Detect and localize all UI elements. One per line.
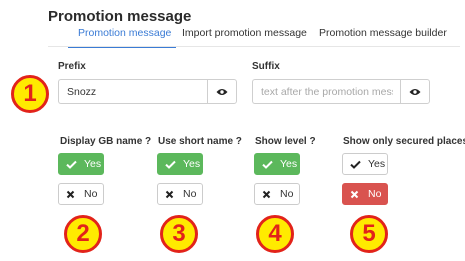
tab-promotion-message[interactable]: Promotion message [78, 27, 171, 46]
check-icon [262, 160, 274, 169]
check-icon [350, 160, 362, 169]
prefix-label: Prefix [58, 61, 86, 72]
display-gb-name-no-button[interactable]: No [58, 183, 104, 205]
annotation-badge-5: 5 [350, 215, 388, 253]
yes-label: Yes [183, 158, 201, 170]
prefix-input[interactable] [58, 79, 208, 104]
close-icon [165, 190, 177, 199]
close-icon [66, 190, 78, 199]
annotation-badge-4: 4 [256, 215, 294, 253]
eye-icon [409, 83, 421, 101]
suffix-input[interactable] [252, 79, 401, 104]
no-label: No [280, 188, 294, 200]
tab-import-promotion-message[interactable]: Import promotion message [182, 27, 307, 46]
suffix-preview-button[interactable] [400, 79, 430, 104]
eye-icon [216, 83, 228, 101]
prefix-preview-button[interactable] [207, 79, 237, 104]
use-short-name-yes-button[interactable]: Yes [157, 153, 203, 175]
promotion-message-panel: Promotion message Promotion message Impo… [0, 0, 465, 261]
use-short-name-no-button[interactable]: No [157, 183, 203, 205]
show-only-secured-places-no-button[interactable]: No [342, 183, 388, 205]
close-icon [350, 190, 362, 199]
no-label: No [183, 188, 197, 200]
show-only-secured-places-label: Show only secured places [343, 136, 465, 147]
close-icon [262, 190, 274, 199]
show-level-yes-button[interactable]: Yes [254, 153, 300, 175]
display-gb-name-label: Display GB name ? [60, 136, 152, 147]
use-short-name-label: Use short name ? [158, 136, 242, 147]
yes-label: Yes [84, 158, 102, 170]
tab-promotion-message-builder[interactable]: Promotion message builder [319, 27, 447, 46]
annotation-badge-1: 1 [11, 75, 49, 113]
check-icon [165, 160, 177, 169]
show-level-label: Show level ? [255, 136, 316, 147]
tabs-divider [48, 46, 460, 47]
show-only-secured-places-yes-button[interactable]: Yes [342, 153, 388, 175]
annotation-badge-3: 3 [160, 215, 198, 253]
no-label: No [84, 188, 98, 200]
check-icon [66, 160, 78, 169]
annotation-badge-2: 2 [64, 215, 102, 253]
suffix-label: Suffix [252, 61, 280, 72]
no-label: No [368, 188, 382, 200]
show-level-no-button[interactable]: No [254, 183, 300, 205]
display-gb-name-yes-button[interactable]: Yes [58, 153, 104, 175]
page-title: Promotion message [48, 8, 192, 25]
yes-label: Yes [280, 158, 298, 170]
yes-label: Yes [368, 158, 386, 170]
